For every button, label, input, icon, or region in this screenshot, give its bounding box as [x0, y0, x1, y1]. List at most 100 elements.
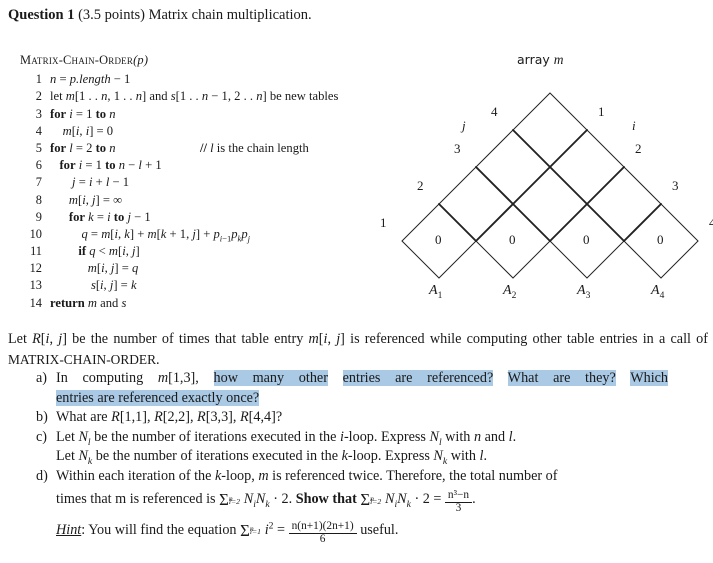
question-number: Question 1: [8, 7, 75, 23]
intro-procedure-ref: MATRIX-CHAIN-ORDER: [8, 351, 157, 367]
part-d: d) Within each iteration of the k-loop, …: [8, 467, 708, 546]
part-b-r22: R[2,2]: [154, 409, 190, 425]
line-code: if q < m[i, j]: [78, 244, 140, 259]
part-d-text-1: Within each iteration of the: [56, 467, 215, 484]
fraction-1-denominator: 3: [455, 501, 462, 514]
part-c-text-8: be the number of iterations executed in …: [92, 448, 342, 464]
right-edge-label-2: 2: [635, 141, 642, 156]
part-c-text-4: with: [441, 428, 474, 445]
line-code: for l = 2 to n// l is the chain length: [50, 140, 400, 157]
hint-label: Hint: [56, 521, 82, 538]
line-number: 14: [29, 295, 42, 310]
part-a-text-2: ,: [195, 370, 199, 386]
part-d-NiNk-2: NiNk: [385, 491, 411, 510]
part-b: b) What are R[1,1], R[2,2], R[3,3], R[4,…: [8, 408, 708, 428]
part-a-text-1: In computing: [56, 370, 158, 386]
code-line-13: 13 s[i, j] = k: [20, 277, 400, 294]
right-edge-label-1: 1: [598, 104, 605, 119]
part-d-i-squared: i2: [264, 519, 274, 538]
cell-value-m44: 0: [657, 232, 664, 247]
pseudocode-block: Matrix-Chain-Order(p) 1 n = p.length − 1…: [20, 52, 400, 312]
intro-text-3: is referenced while computing other tabl…: [344, 331, 708, 347]
code-line-11: 11 if q < m[i, j]: [20, 243, 400, 260]
part-c-text-10: with: [447, 448, 480, 464]
worksheet-page: Question 1 (3.5 points) Matrix chain mul…: [0, 0, 713, 563]
part-c-N-k: Nk: [78, 448, 93, 467]
part-c-text-6: .: [512, 428, 517, 445]
line-number: 3: [35, 106, 42, 121]
part-a: a) In computing m[1,3], how many other e…: [8, 369, 708, 408]
line-code: for i = 1 to n: [50, 106, 116, 121]
fraction-2: n(n+1)(2n+1) 6: [288, 520, 357, 546]
part-b-text-2: ?: [275, 409, 283, 425]
cell-value-m11: 0: [435, 232, 442, 247]
cell-value-m33: 0: [583, 232, 590, 247]
line-code: for k = i to j − 1: [68, 209, 151, 224]
procedure-arg: (p): [133, 53, 149, 67]
part-b-sep-3: ,: [232, 409, 240, 425]
question-points: (3.5 points): [78, 7, 145, 23]
sum-3-lower: i=1: [249, 527, 261, 537]
matrix-label-A1: A1: [429, 283, 443, 301]
line-code: m[i, j] = q: [87, 261, 139, 276]
part-c-text-11: .: [483, 448, 487, 464]
code-line-14: 14 return m and s: [20, 295, 400, 312]
axis-label-i: i: [632, 118, 636, 133]
part-a-highlight-4: Which: [630, 370, 669, 386]
left-edge-label-4: 4: [491, 104, 498, 119]
part-a-highlight-3: What are they?: [507, 370, 616, 386]
part-b-r44: R[4,4]: [240, 409, 276, 425]
line-code: n = p.length − 1: [50, 72, 131, 87]
part-c-marker: c): [36, 428, 48, 445]
part-d-text-7: .: [472, 491, 476, 507]
part-c-text-9: -loop. Express: [347, 448, 434, 464]
part-a-line-1: In computing m[1,3], how many other entr…: [56, 369, 669, 389]
line-code: for i = 1 to n − l + 1: [59, 158, 162, 173]
array-m-diagram: array m j i 4 3 2 1 1 2 3 4 0 A1 0 A2 0 A3 0 A4: [380, 52, 713, 317]
line-code: s[i, j] = k: [90, 278, 137, 293]
part-a-math-m13: m[1,3]: [157, 370, 196, 386]
line-number: 13: [29, 278, 42, 293]
summation-1: Σn l=2: [219, 487, 240, 513]
summation-2: Σn l=2: [360, 487, 381, 513]
part-c-text-7: Let: [56, 448, 79, 464]
intro-text-1: Let: [8, 331, 33, 347]
code-line-4: 4 m[i, i] = 0: [20, 123, 400, 140]
fraction-2-numerator: n(n+1)(2n+1): [288, 520, 357, 534]
part-c: c) Let Nl be the number of iterations ex…: [8, 428, 708, 467]
fraction-2-denominator: 6: [319, 532, 326, 545]
part-b-sep-2: ,: [189, 409, 198, 425]
part-d-NiNk-1: NiNk: [243, 491, 270, 510]
left-edge-label-1: 1: [380, 215, 387, 230]
part-b-text-1: What are: [56, 409, 112, 425]
line-number: 11: [30, 244, 42, 259]
intro-paragraph: Let R[i, j] be the number of times that …: [8, 330, 708, 370]
code-line-12: 12 m[i, j] = q: [20, 260, 400, 277]
cell-value-m22: 0: [509, 232, 516, 247]
line-number: 12: [29, 261, 42, 276]
part-c-text-3: -loop. Express: [343, 428, 430, 445]
part-a-line-2: entries are referenced exactly once?: [56, 389, 708, 409]
line-code: let m[1 . . n, 1 . . n] and s[1 . . n − …: [50, 89, 339, 104]
question-topic: Matrix chain multiplication.: [148, 7, 312, 23]
code-line-9: 9 for k = i to j − 1: [20, 209, 400, 226]
line-number: 10: [29, 226, 42, 241]
code-line-10: 10 q = m[i, k] + m[k + 1, j] + pi−1pkpj: [20, 226, 400, 243]
part-c-text-1: Let: [56, 428, 79, 445]
part-c-N-l-2: Nl: [429, 428, 442, 448]
line-comment: // l is the chain length: [200, 140, 309, 155]
part-c-text-2: be the number of iterations executed in …: [90, 428, 340, 445]
code-line-5: 5 for l = 2 to n// l is the chain length: [20, 140, 400, 157]
part-c-line-1: Let Nl be the number of iterations execu…: [56, 428, 708, 448]
matrix-label-A3: A3: [577, 283, 591, 301]
part-c-text-5: and: [481, 428, 509, 445]
line-code: q = m[i, k] + m[k + 1, j] + pi−1pkpj: [81, 226, 251, 244]
procedure-name: Matrix-Chain-Order: [20, 53, 134, 67]
part-d-text-6: · 2 =: [410, 491, 445, 507]
code-line-6: 6 for i = 1 to n − l + 1: [20, 157, 400, 174]
part-b-r33: R[3,3]: [197, 409, 233, 425]
line-number: 9: [35, 209, 42, 224]
fraction-1: n³−n 3: [444, 489, 473, 515]
part-a-highlight-2: entries are referenced?: [342, 370, 494, 386]
matrix-label-A2: A2: [503, 283, 517, 301]
